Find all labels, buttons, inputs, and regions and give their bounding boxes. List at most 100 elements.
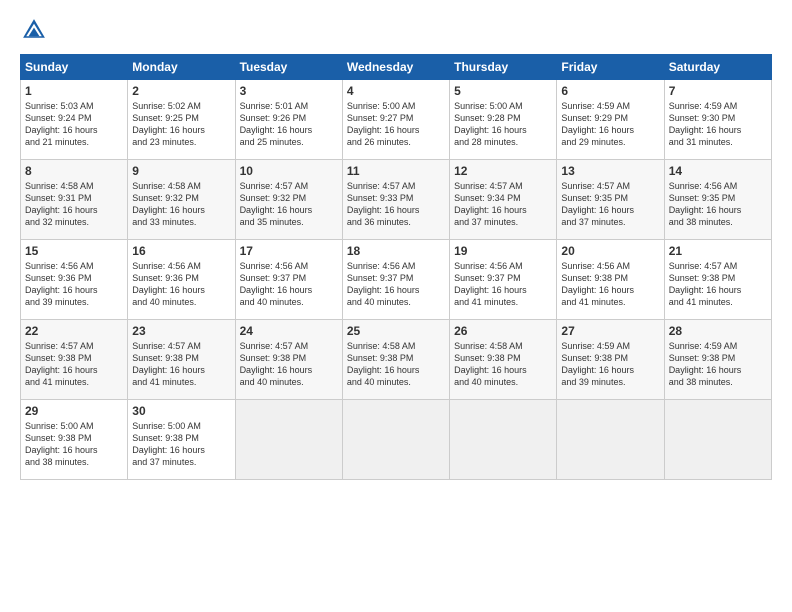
day-number: 2: [132, 84, 230, 98]
calendar-cell: [450, 400, 557, 480]
calendar-week-row: 22 Sunrise: 4:57 AM Sunset: 9:38 PM Dayli…: [21, 320, 772, 400]
day-info: Sunrise: 4:58 AM Sunset: 9:31 PM Dayligh…: [25, 180, 123, 229]
day-info: Sunrise: 4:56 AM Sunset: 9:35 PM Dayligh…: [669, 180, 767, 229]
weekday-header-thursday: Thursday: [450, 55, 557, 80]
day-number: 23: [132, 324, 230, 338]
day-number: 28: [669, 324, 767, 338]
day-info: Sunrise: 4:59 AM Sunset: 9:38 PM Dayligh…: [561, 340, 659, 389]
calendar-cell: 4 Sunrise: 5:00 AM Sunset: 9:27 PM Daylig…: [342, 80, 449, 160]
day-info: Sunrise: 4:56 AM Sunset: 9:37 PM Dayligh…: [454, 260, 552, 309]
day-number: 3: [240, 84, 338, 98]
calendar-cell: 25 Sunrise: 4:58 AM Sunset: 9:38 PM Dayli…: [342, 320, 449, 400]
calendar-cell: 15Sunrise: 4:56 AM Sunset: 9:36 PM Dayli…: [21, 240, 128, 320]
day-number: 16: [132, 244, 230, 258]
day-info: Sunrise: 5:01 AM Sunset: 9:26 PM Dayligh…: [240, 100, 338, 149]
day-info: Sunrise: 4:57 AM Sunset: 9:38 PM Dayligh…: [240, 340, 338, 389]
day-number: 13: [561, 164, 659, 178]
calendar-cell: [664, 400, 771, 480]
day-info: Sunrise: 4:57 AM Sunset: 9:32 PM Dayligh…: [240, 180, 338, 229]
weekday-header-saturday: Saturday: [664, 55, 771, 80]
calendar-cell: 19 Sunrise: 4:56 AM Sunset: 9:37 PM Dayli…: [450, 240, 557, 320]
day-info: Sunrise: 4:58 AM Sunset: 9:32 PM Dayligh…: [132, 180, 230, 229]
day-number: 4: [347, 84, 445, 98]
calendar-cell: [342, 400, 449, 480]
weekday-header-friday: Friday: [557, 55, 664, 80]
day-info: Sunrise: 4:59 AM Sunset: 9:30 PM Dayligh…: [669, 100, 767, 149]
day-number: 15: [25, 244, 123, 258]
day-info: Sunrise: 5:00 AM Sunset: 9:38 PM Dayligh…: [132, 420, 230, 469]
weekday-header-sunday: Sunday: [21, 55, 128, 80]
calendar-cell: 28 Sunrise: 4:59 AM Sunset: 9:38 PM Dayli…: [664, 320, 771, 400]
calendar-cell: 17 Sunrise: 4:56 AM Sunset: 9:37 PM Dayli…: [235, 240, 342, 320]
day-info: Sunrise: 4:58 AM Sunset: 9:38 PM Dayligh…: [347, 340, 445, 389]
calendar-cell: 10 Sunrise: 4:57 AM Sunset: 9:32 PM Dayli…: [235, 160, 342, 240]
day-number: 19: [454, 244, 552, 258]
day-number: 18: [347, 244, 445, 258]
logo: [20, 16, 52, 44]
day-number: 12: [454, 164, 552, 178]
day-info: Sunrise: 5:00 AM Sunset: 9:27 PM Dayligh…: [347, 100, 445, 149]
header: [20, 16, 772, 44]
day-info: Sunrise: 4:57 AM Sunset: 9:38 PM Dayligh…: [132, 340, 230, 389]
calendar-cell: 5Sunrise: 5:00 AM Sunset: 9:28 PM Daylig…: [450, 80, 557, 160]
day-info: Sunrise: 5:00 AM Sunset: 9:38 PM Dayligh…: [25, 420, 123, 469]
day-number: 20: [561, 244, 659, 258]
calendar-cell: 23 Sunrise: 4:57 AM Sunset: 9:38 PM Dayli…: [128, 320, 235, 400]
day-number: 10: [240, 164, 338, 178]
day-number: 22: [25, 324, 123, 338]
calendar-week-row: 8 Sunrise: 4:58 AM Sunset: 9:31 PM Daylig…: [21, 160, 772, 240]
day-number: 26: [454, 324, 552, 338]
calendar-cell: 7 Sunrise: 4:59 AM Sunset: 9:30 PM Daylig…: [664, 80, 771, 160]
calendar-cell: 27 Sunrise: 4:59 AM Sunset: 9:38 PM Dayli…: [557, 320, 664, 400]
weekday-header-row: SundayMondayTuesdayWednesdayThursdayFrid…: [21, 55, 772, 80]
day-number: 7: [669, 84, 767, 98]
calendar-cell: 21Sunrise: 4:57 AM Sunset: 9:38 PM Dayli…: [664, 240, 771, 320]
calendar-cell: 9 Sunrise: 4:58 AM Sunset: 9:32 PM Daylig…: [128, 160, 235, 240]
calendar-cell: 2 Sunrise: 5:02 AM Sunset: 9:25 PM Daylig…: [128, 80, 235, 160]
day-info: Sunrise: 4:57 AM Sunset: 9:33 PM Dayligh…: [347, 180, 445, 229]
calendar-cell: 26 Sunrise: 4:58 AM Sunset: 9:38 PM Dayli…: [450, 320, 557, 400]
calendar-cell: 12 Sunrise: 4:57 AM Sunset: 9:34 PM Dayli…: [450, 160, 557, 240]
day-number: 9: [132, 164, 230, 178]
day-number: 21: [669, 244, 767, 258]
calendar-cell: 18 Sunrise: 4:56 AM Sunset: 9:37 PM Dayli…: [342, 240, 449, 320]
day-info: Sunrise: 4:57 AM Sunset: 9:38 PM Dayligh…: [25, 340, 123, 389]
calendar-week-row: 15 Sunrise: 4:56 AM Sunset: 9:36 PM Dayli…: [21, 240, 772, 320]
day-number: 27: [561, 324, 659, 338]
page: SundayMondayTuesdayWednesdayThursdayFrid…: [0, 0, 792, 612]
day-info: Sunrise: 4:56 AM Sunset: 9:37 PM Dayligh…: [347, 260, 445, 309]
day-info: Sunrise: 4:59 AM Sunset: 9:38 PM Dayligh…: [669, 340, 767, 389]
weekday-header-tuesday: Tuesday: [235, 55, 342, 80]
calendar-cell: 24Sunrise: 4:57 AM Sunset: 9:38 PM Dayli…: [235, 320, 342, 400]
weekday-header-monday: Monday: [128, 55, 235, 80]
calendar-cell: 13Sunrise: 4:57 AM Sunset: 9:35 PM Dayli…: [557, 160, 664, 240]
logo-icon: [20, 16, 48, 44]
calendar-table: SundayMondayTuesdayWednesdayThursdayFrid…: [20, 54, 772, 480]
day-info: Sunrise: 4:56 AM Sunset: 9:37 PM Dayligh…: [240, 260, 338, 309]
day-number: 29: [25, 404, 123, 418]
calendar-cell: 20Sunrise: 4:56 AM Sunset: 9:38 PM Dayli…: [557, 240, 664, 320]
calendar-cell: [557, 400, 664, 480]
day-info: Sunrise: 5:02 AM Sunset: 9:25 PM Dayligh…: [132, 100, 230, 149]
calendar-cell: 6Sunrise: 4:59 AM Sunset: 9:29 PM Daylig…: [557, 80, 664, 160]
day-number: 11: [347, 164, 445, 178]
day-info: Sunrise: 4:57 AM Sunset: 9:34 PM Dayligh…: [454, 180, 552, 229]
day-number: 25: [347, 324, 445, 338]
day-info: Sunrise: 5:03 AM Sunset: 9:24 PM Dayligh…: [25, 100, 123, 149]
calendar-week-row: 29 Sunrise: 5:00 AM Sunset: 9:38 PM Dayli…: [21, 400, 772, 480]
calendar-cell: 8 Sunrise: 4:58 AM Sunset: 9:31 PM Daylig…: [21, 160, 128, 240]
day-number: 14: [669, 164, 767, 178]
calendar-week-row: 1 Sunrise: 5:03 AM Sunset: 9:24 PM Daylig…: [21, 80, 772, 160]
day-info: Sunrise: 4:58 AM Sunset: 9:38 PM Dayligh…: [454, 340, 552, 389]
day-number: 1: [25, 84, 123, 98]
calendar-cell: 1 Sunrise: 5:03 AM Sunset: 9:24 PM Daylig…: [21, 80, 128, 160]
day-number: 8: [25, 164, 123, 178]
calendar-cell: [235, 400, 342, 480]
calendar-cell: 11 Sunrise: 4:57 AM Sunset: 9:33 PM Dayli…: [342, 160, 449, 240]
day-info: Sunrise: 4:56 AM Sunset: 9:36 PM Dayligh…: [132, 260, 230, 309]
calendar-cell: 29 Sunrise: 5:00 AM Sunset: 9:38 PM Dayli…: [21, 400, 128, 480]
calendar-cell: 3 Sunrise: 5:01 AM Sunset: 9:26 PM Daylig…: [235, 80, 342, 160]
day-number: 17: [240, 244, 338, 258]
day-number: 30: [132, 404, 230, 418]
calendar-cell: 22 Sunrise: 4:57 AM Sunset: 9:38 PM Dayli…: [21, 320, 128, 400]
